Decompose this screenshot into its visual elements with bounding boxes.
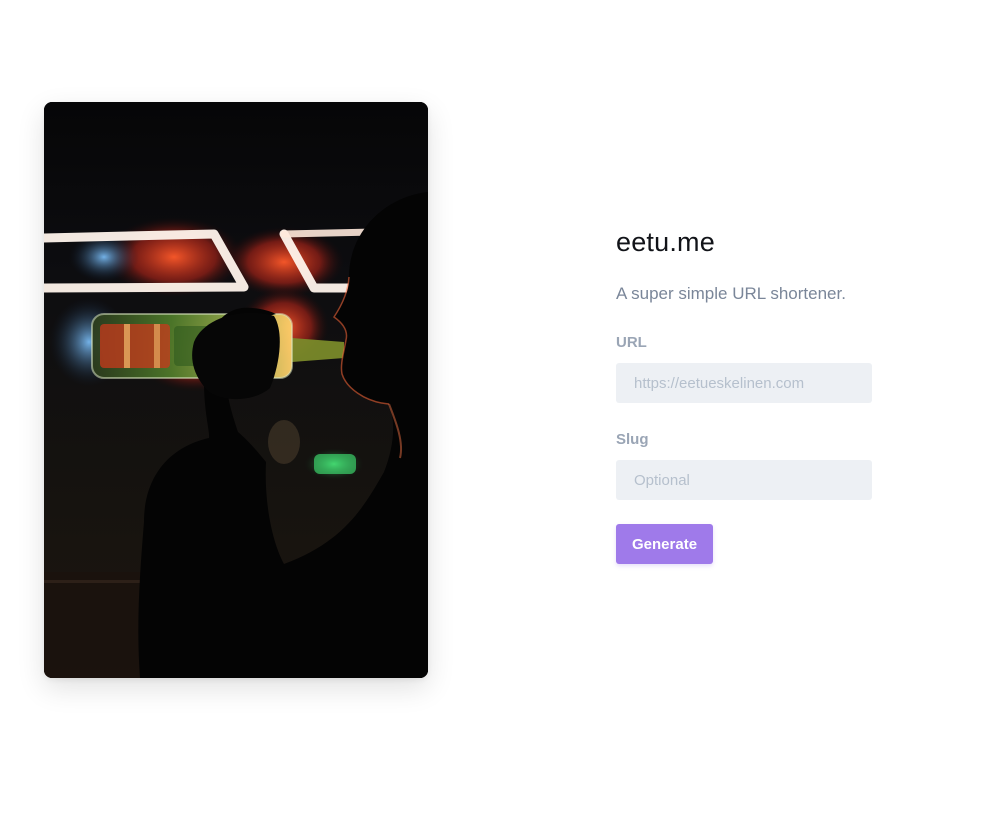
url-label: URL (616, 334, 647, 351)
shortener-form: eetu.me A super simple URL shortener. UR… (616, 222, 872, 564)
page: eetu.me A super simple URL shortener. UR… (0, 0, 986, 821)
site-title: eetu.me (616, 227, 715, 257)
site-tagline: A super simple URL shortener. (616, 284, 846, 303)
slug-input[interactable] (616, 460, 872, 500)
hero-photo (44, 102, 428, 678)
slug-label: Slug (616, 431, 649, 448)
generate-button[interactable]: Generate (616, 524, 714, 564)
url-input[interactable] (616, 363, 872, 403)
photo-illustration (44, 102, 428, 678)
